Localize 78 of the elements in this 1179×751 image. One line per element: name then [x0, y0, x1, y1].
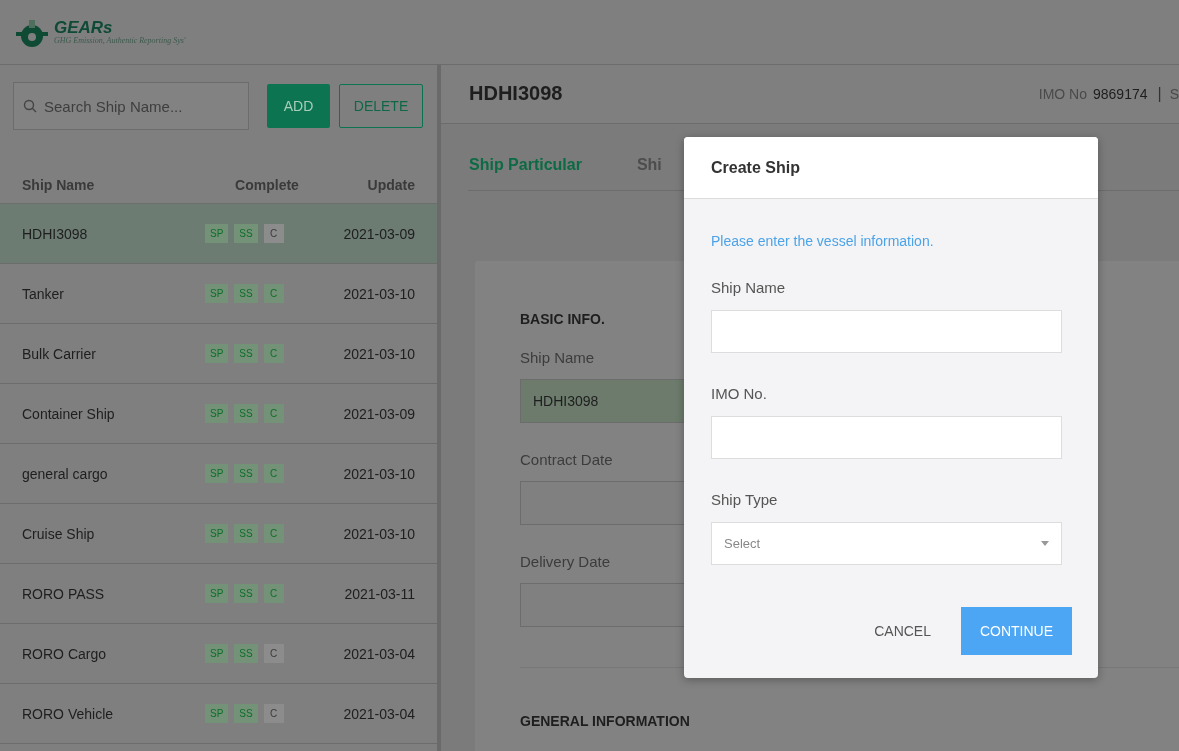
ship-row[interactable]: RORO Cargo SP SS C 2021-03-04: [0, 624, 437, 684]
status-badge: SP: [205, 644, 229, 663]
continue-button[interactable]: CONTINUE: [961, 607, 1072, 655]
field-label: Delivery Date: [520, 553, 612, 570]
ship-row[interactable]: Container Ship SP SS C 2021-03-09: [0, 384, 437, 444]
status-badge: C: [263, 344, 284, 363]
update-date: 2021-03-09: [342, 225, 415, 242]
update-date: 2021-03-10: [342, 465, 415, 482]
field-label: Ship Name: [520, 349, 596, 366]
ship-row[interactable]: HDHI3098 SP SS C 2021-03-09: [0, 204, 437, 264]
status-badge: C: [263, 524, 284, 543]
status-badge: SP: [205, 464, 229, 483]
ship-name: Cruise Ship: [22, 525, 96, 542]
status-badge: SP: [205, 284, 229, 303]
section-title: BASIC INFO.: [520, 311, 606, 327]
status-badge: C: [263, 404, 284, 423]
dropdown-placeholder: Select: [724, 536, 761, 551]
status-badge: SS: [234, 344, 258, 363]
ship-name: Container Ship: [22, 405, 116, 422]
add-button[interactable]: ADD: [267, 84, 330, 128]
status-badge: SP: [205, 404, 229, 423]
field-label: Contract Date: [520, 451, 614, 468]
cancel-button[interactable]: CANCEL: [874, 613, 931, 649]
column-header: Update: [366, 177, 415, 193]
ship-row[interactable]: Tanker SP SS C 2021-03-10: [0, 264, 437, 324]
status-badge: C: [263, 224, 284, 243]
status-badge: SS: [234, 284, 258, 303]
ship-name: Bulk Carrier: [22, 345, 97, 362]
ship-name: RORO Cargo: [22, 645, 108, 662]
field-label: Ship Name: [711, 279, 787, 296]
ship-row[interactable]: Cruise Ship SP SS C 2021-03-10: [0, 504, 437, 564]
status-badge: SS: [234, 704, 258, 723]
update-date: 2021-03-10: [342, 345, 415, 362]
status-badge: SS: [234, 404, 258, 423]
dialog-message: Please enter the vessel information.: [711, 233, 935, 249]
logo-title: GEARs: [54, 19, 114, 36]
status-badge: SS: [234, 584, 258, 603]
update-date: 2021-03-09: [342, 405, 415, 422]
status-badge: SS: [234, 644, 258, 663]
section-title: GENERAL INFORMATION: [520, 713, 691, 729]
imo-value: 9869174: [1093, 86, 1148, 102]
ship-name: HDHI3098: [22, 225, 89, 242]
update-date: 2021-03-10: [342, 525, 415, 542]
update-date: 2021-03-04: [342, 645, 415, 662]
status-badge: C: [263, 704, 284, 723]
status-badge: SS: [234, 464, 258, 483]
caret-icon: [1041, 541, 1049, 546]
search-icon: [23, 99, 37, 113]
status-badge: C: [263, 644, 284, 663]
status-badge: SS: [234, 524, 258, 543]
column-header: Complete: [234, 177, 300, 193]
status-badge: SP: [205, 584, 229, 603]
separator: |: [1157, 85, 1162, 103]
ship-name: RORO PASS: [22, 585, 106, 602]
ship-name: Tanker: [22, 285, 66, 302]
ship-row[interactable]: general cargo SP SS C 2021-03-10: [0, 444, 437, 504]
field-label: Ship Type: [711, 491, 779, 508]
status-badge: C: [263, 464, 284, 483]
status-badge: C: [263, 284, 284, 303]
update-date: 2021-03-04: [342, 705, 415, 722]
column-header: Ship Name: [22, 177, 96, 193]
status-badge: SS: [234, 224, 258, 243]
ship-title: HDHI3098: [469, 82, 564, 106]
search-field[interactable]: Search Ship Name...: [13, 82, 249, 130]
status-badge: SP: [205, 224, 229, 243]
update-date: 2021-03-11: [343, 585, 415, 602]
status-badge: SP: [205, 704, 229, 723]
ship-row[interactable]: RORO PASS SP SS C 2021-03-11: [0, 564, 437, 624]
ship-row[interactable]: RORO Vehicle SP SS C 2021-03-04: [0, 684, 437, 744]
ship-name: general cargo: [22, 465, 109, 482]
update-date: 2021-03-10: [342, 285, 415, 302]
ship-name: RORO Vehicle: [22, 705, 115, 722]
status-badge: C: [263, 584, 284, 603]
status-badge: SP: [205, 344, 229, 363]
dialog-title: Create Ship: [684, 137, 1098, 199]
status-badge: SP: [205, 524, 229, 543]
ship-row[interactable]: Bulk Carrier SP SS C 2021-03-10: [0, 324, 437, 384]
ship-type-dropdown[interactable]: Select: [711, 522, 1062, 565]
